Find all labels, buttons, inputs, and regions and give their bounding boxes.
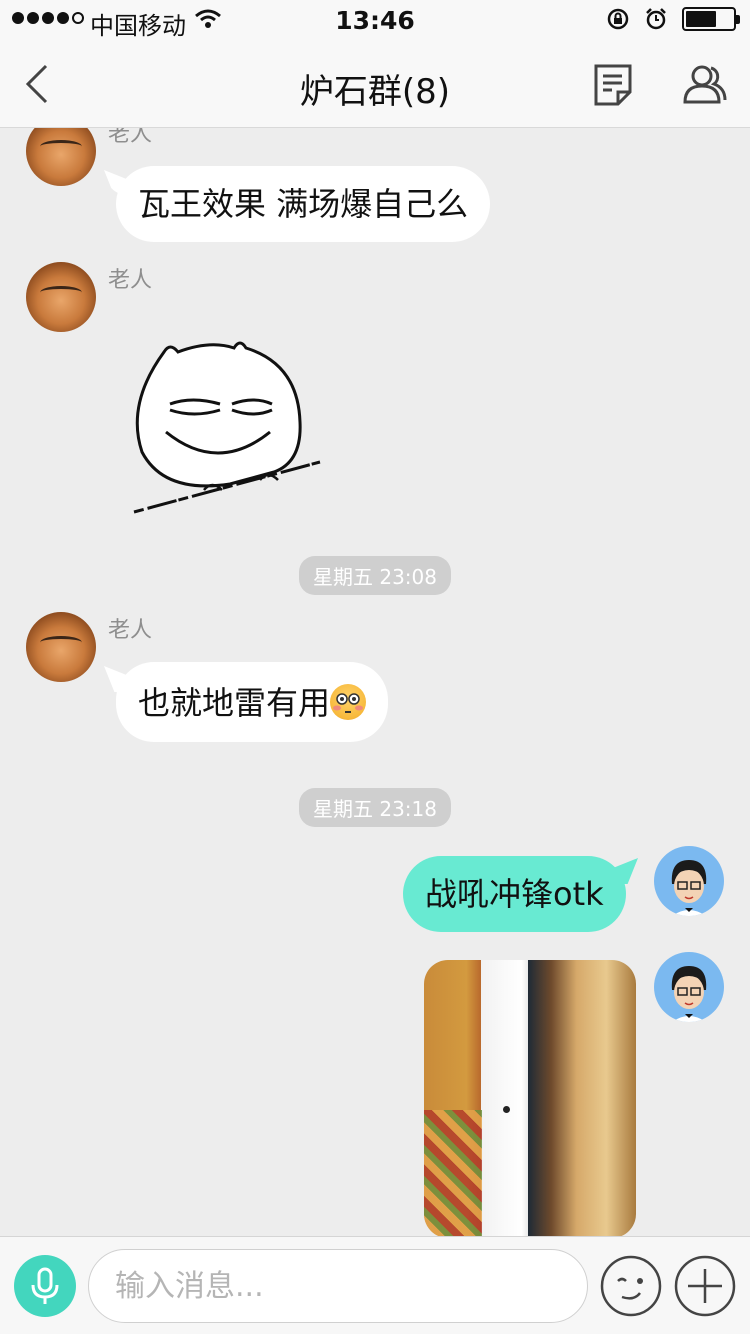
wink-emoji-icon[interactable] (600, 1255, 662, 1317)
sender-name: 老人 (108, 268, 153, 293)
message-input[interactable] (88, 1249, 588, 1323)
my-avatar[interactable] (654, 846, 724, 916)
timestamp-pill: 星期五 23:18 (299, 788, 451, 827)
input-bar (0, 1236, 750, 1334)
message-bubble[interactable]: 瓦王效果 满场爆自己么 (116, 166, 491, 242)
battery-icon (682, 7, 740, 31)
top-bar: 中国移动 13:46 炉石群(8) (0, 0, 750, 128)
my-message-bubble[interactable]: 战吼冲锋otk (403, 856, 626, 932)
timestamp-pill: 星期五 23:08 (299, 556, 451, 595)
status-bar: 中国移动 13:46 (0, 0, 750, 40)
smug-face-sticker[interactable] (130, 334, 330, 516)
avatar[interactable] (26, 262, 96, 332)
chat-area[interactable]: 老人 瓦王效果 满场爆自己么 老人 星期五 23:08 老人 也就地雷有用 星期… (0, 128, 750, 1236)
members-icon[interactable] (682, 62, 728, 106)
rotation-lock-icon (607, 8, 629, 30)
message-text: 也就地雷有用 (138, 684, 331, 722)
avatar[interactable] (26, 128, 96, 186)
sender-name: 老人 (108, 618, 153, 643)
sender-name: 老人 (108, 128, 153, 147)
microphone-icon (31, 1267, 59, 1304)
photo-message[interactable] (424, 960, 636, 1236)
plus-icon[interactable] (674, 1255, 736, 1317)
chat-title: 炉石群(8) (299, 72, 451, 112)
message-bubble[interactable]: 也就地雷有用 (116, 662, 389, 742)
avatar[interactable] (26, 612, 96, 682)
voice-button[interactable] (14, 1255, 76, 1317)
my-avatar[interactable] (654, 952, 724, 1022)
flushed-face-emoji (330, 684, 367, 720)
alarm-icon (646, 8, 666, 30)
note-icon[interactable] (592, 62, 636, 108)
battery-fill (686, 11, 716, 27)
